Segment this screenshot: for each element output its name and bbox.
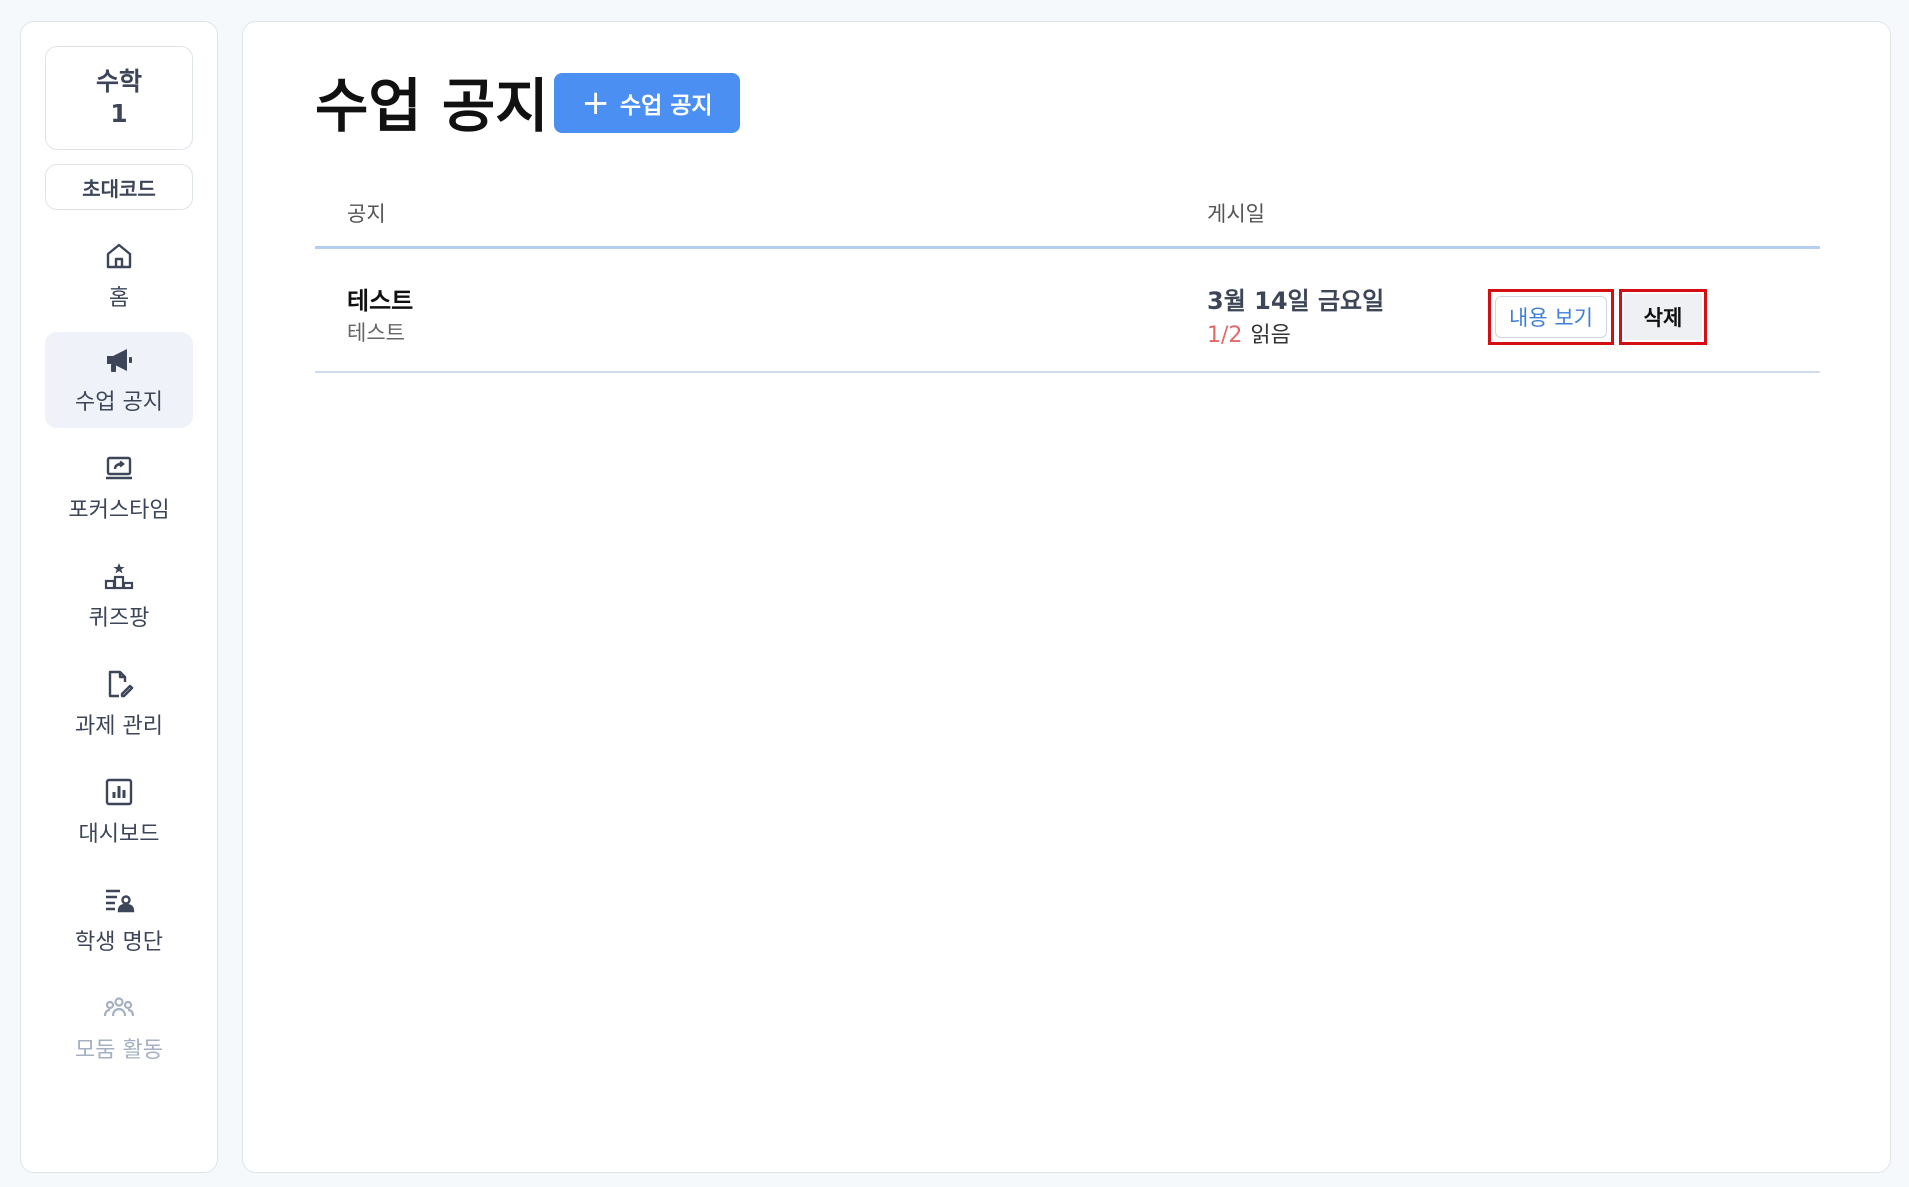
sidebar-item-focustime[interactable]: 포커스타임 [45,440,193,536]
sidebar-item-label: 수업 공지 [75,390,163,415]
class-number: 1 [110,99,128,128]
podium-icon [104,563,134,590]
read-status: 1/2 읽음 [1207,317,1291,349]
class-name: 수학 [95,67,142,96]
table-header: 공지 게시일 [315,172,1820,249]
view-content-button[interactable]: 내용 보기 [1495,296,1607,338]
delete-button[interactable]: 삭제 [1624,294,1702,340]
notice-date: 3월 14일 금요일 [1207,287,1385,315]
delete-button-highlight: 삭제 [1619,289,1707,345]
screen-share-icon [106,456,132,480]
sidebar-item-assignment[interactable]: 과제 관리 [45,656,193,752]
notice-table: 공지 게시일 테스트 테스트 3월 14일 금요일 1/2 읽음 내용 보기 삭제 [315,172,1820,373]
sidebar-item-label: 퀴즈팡 [88,606,150,631]
notice-body: 테스트 [347,321,405,345]
sidebar-item-label: 과제 관리 [75,714,163,739]
student-list-icon [106,889,135,913]
invite-code-button[interactable]: 초대코드 [45,164,193,210]
sidebar-item-home[interactable]: 홈 [45,228,193,324]
sidebar-item-label: 학생 명단 [75,930,163,955]
sidebar-item-label: 포커스타임 [68,498,170,523]
edit-document-icon [108,670,134,698]
view-button-highlight: 내용 보기 [1488,289,1614,345]
sidebar-item-students[interactable]: 학생 명단 [45,872,193,968]
sidebar-item-label: 모둠 활동 [75,1038,163,1063]
sidebar-item-label: 대시보드 [78,822,160,847]
main-panel: 수업 공지 + 수업 공지 공지 게시일 테스트 테스트 3월 14일 금요일 … [242,21,1891,1173]
add-notice-button[interactable]: + 수업 공지 [554,73,740,133]
column-header-notice: 공지 [347,202,386,226]
table-row: 테스트 테스트 3월 14일 금요일 1/2 읽음 내용 보기 삭제 [315,249,1820,373]
read-label: 읽음 [1250,323,1291,348]
sidebar: 수학 1 초대코드 홈 수업 공지 포커스타임 퀴즈팡 과제 관리 대시보드 학… [20,21,218,1173]
class-selector[interactable]: 수학 1 [45,46,193,150]
sidebar-item-quiz[interactable]: 퀴즈팡 [45,548,193,644]
column-header-date: 게시일 [1207,202,1265,226]
notice-title: 테스트 [347,287,414,315]
read-count: 1/2 [1207,323,1243,348]
home-icon [106,243,132,269]
sidebar-item-label: 홈 [108,286,130,311]
add-notice-label: 수업 공지 [619,93,713,119]
sidebar-item-notice[interactable]: 수업 공지 [45,332,193,428]
megaphone-icon [107,349,132,372]
plus-icon: + [581,83,610,123]
page-title: 수업 공지 [315,72,549,140]
chart-icon [105,778,133,806]
group-icon [103,997,135,1017]
sidebar-item-group[interactable]: 모둠 활동 [45,980,193,1076]
sidebar-item-dashboard[interactable]: 대시보드 [45,764,193,860]
